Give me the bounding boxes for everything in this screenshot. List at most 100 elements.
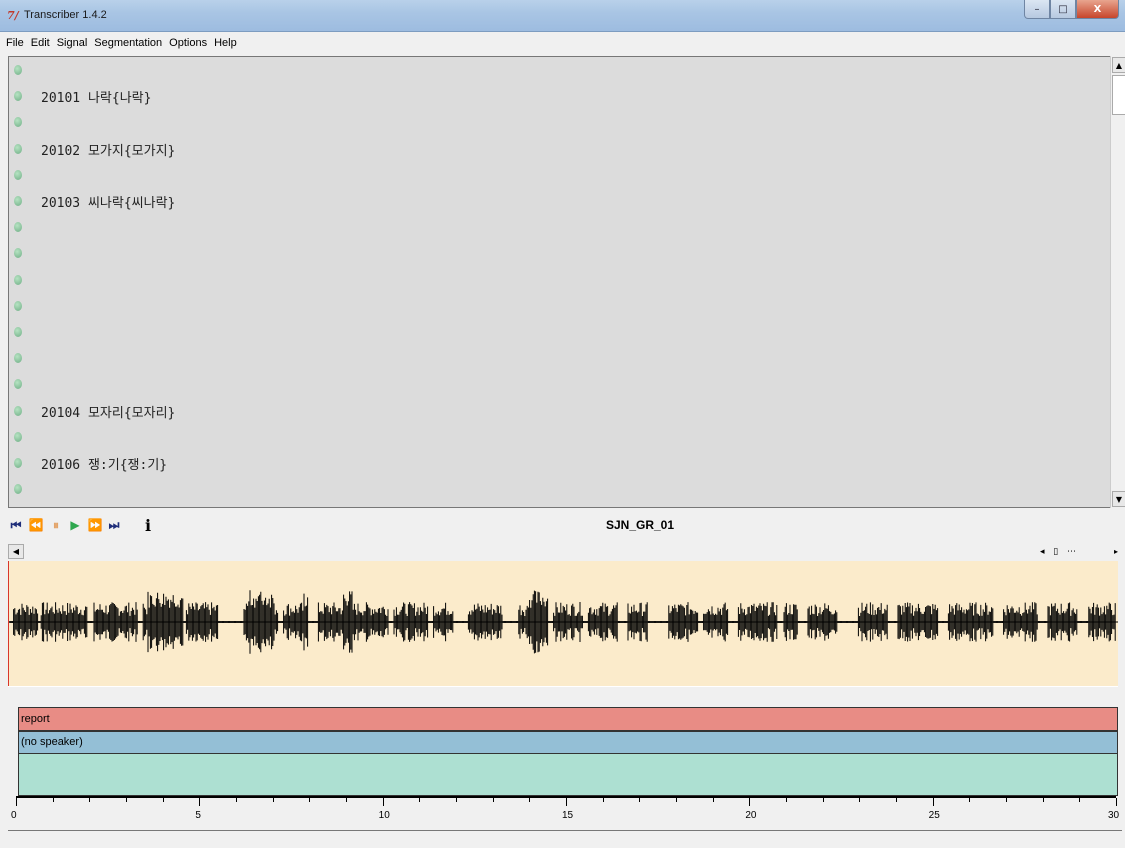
axis-tick bbox=[1042, 798, 1044, 802]
axis-bottom-border bbox=[8, 830, 1122, 831]
axis-tick-label: 5 bbox=[195, 810, 201, 821]
zoom-slider-icon[interactable]: ▯ bbox=[1053, 547, 1058, 557]
segment-text[interactable]: 20106 쟁:기{쟁:기} bbox=[41, 454, 167, 473]
segment-bullet-icon[interactable] bbox=[14, 143, 22, 154]
segment-bullet-icon[interactable] bbox=[14, 196, 22, 206]
signal-file-name: SJN_GR_01 bbox=[605, 518, 675, 532]
info-icon[interactable]: i bbox=[140, 515, 156, 535]
scroll-up-icon[interactable]: ▲ bbox=[1112, 57, 1125, 73]
segment-text[interactable]: 20103 씨나락{씨나락} bbox=[41, 192, 175, 211]
segment-bullet-icon[interactable] bbox=[14, 405, 22, 416]
segment-row[interactable]: 20103 씨나락{씨나락} bbox=[9, 190, 1099, 211]
playback-cursor[interactable] bbox=[8, 561, 9, 686]
axis-tick-label: 0 bbox=[11, 810, 17, 821]
maximize-button[interactable]: □ bbox=[1050, 0, 1076, 19]
segment-bullet-icon[interactable] bbox=[14, 484, 22, 495]
axis-tick bbox=[382, 798, 384, 806]
segment-row[interactable]: 20106 쟁:기{쟁:기} bbox=[9, 452, 1099, 473]
segment-row[interactable] bbox=[9, 347, 1099, 367]
axis-tick bbox=[419, 798, 421, 802]
segment-bullet-icon[interactable] bbox=[14, 458, 22, 468]
waveform bbox=[8, 590, 1118, 654]
segment-row[interactable] bbox=[9, 164, 1099, 184]
segment-bullet-icon[interactable] bbox=[14, 117, 22, 128]
zoom-dots-icon: ⋯ bbox=[1066, 546, 1076, 557]
scroll-left-icon[interactable]: ◀ bbox=[8, 544, 24, 559]
segment-row[interactable] bbox=[9, 295, 1099, 315]
axis-tick bbox=[16, 798, 17, 806]
axis-tick bbox=[199, 798, 201, 806]
axis-tick bbox=[272, 798, 274, 802]
segment-row[interactable] bbox=[9, 321, 1099, 341]
skip-end-icon[interactable]: ⏭ bbox=[106, 515, 122, 535]
menu-options[interactable]: Options bbox=[169, 37, 207, 49]
segment-text[interactable]: 20102 모가지{모가지} bbox=[41, 140, 175, 159]
segment-row[interactable]: 20101 나락{나락} bbox=[9, 85, 1099, 106]
speaker-track[interactable]: (no speaker) bbox=[18, 731, 1118, 754]
segment-text[interactable]: 20101 나락{나락} bbox=[41, 87, 151, 106]
axis-tick bbox=[529, 798, 531, 802]
axis-tick bbox=[492, 798, 494, 802]
axis-tick bbox=[859, 798, 861, 802]
segment-bullet-icon[interactable] bbox=[14, 379, 22, 390]
speaker-label: (no speaker) bbox=[21, 736, 83, 748]
axis-tick bbox=[1116, 798, 1117, 806]
pause-icon[interactable]: ⏸ bbox=[48, 515, 64, 535]
scroll-thumb[interactable] bbox=[1112, 75, 1125, 115]
menu-edit[interactable]: Edit bbox=[31, 37, 50, 49]
menu-help[interactable]: Help bbox=[214, 37, 237, 49]
segment-bullet-icon[interactable] bbox=[14, 222, 22, 233]
close-button[interactable]: X bbox=[1076, 0, 1119, 19]
zoom-left-icon[interactable]: ◂ bbox=[1040, 547, 1045, 557]
play-icon[interactable]: ▶ bbox=[67, 515, 83, 535]
rewind-start-icon[interactable]: ⏮ bbox=[8, 515, 24, 535]
axis-tick bbox=[749, 798, 751, 806]
segment-row[interactable] bbox=[9, 111, 1099, 131]
vertical-scrollbar[interactable]: ▲ ▼ bbox=[1110, 56, 1125, 508]
axis-tick bbox=[52, 798, 54, 802]
axis-tick bbox=[456, 798, 457, 802]
axis-tick bbox=[1079, 798, 1081, 802]
segment-track[interactable] bbox=[18, 754, 1118, 796]
scroll-right-icon[interactable]: ▸ bbox=[1110, 544, 1122, 559]
segment-bullet-icon[interactable] bbox=[14, 274, 22, 285]
segment-bullet-icon[interactable] bbox=[14, 353, 22, 364]
rewind-icon[interactable]: ⏪ bbox=[28, 515, 44, 535]
segment-row[interactable] bbox=[9, 59, 1099, 79]
axis-tick bbox=[896, 798, 897, 802]
segment-row[interactable] bbox=[9, 426, 1099, 446]
segment-row[interactable] bbox=[9, 216, 1099, 236]
zoom-control[interactable]: ◂ ▯ ⋯ bbox=[1040, 544, 1076, 559]
minimize-button[interactable]: – bbox=[1024, 0, 1050, 19]
tk-icon: 7/ bbox=[7, 9, 19, 22]
segment-bullet-icon[interactable] bbox=[14, 431, 22, 442]
segment-row[interactable] bbox=[9, 269, 1099, 289]
axis-tick bbox=[602, 798, 604, 802]
segment-bullet-icon[interactable] bbox=[14, 169, 22, 180]
waveform-panel[interactable] bbox=[8, 561, 1118, 686]
segment-bullet-icon[interactable] bbox=[14, 300, 22, 311]
axis-tick bbox=[712, 798, 714, 802]
menu-signal[interactable]: Signal bbox=[57, 37, 88, 49]
segment-row[interactable] bbox=[9, 242, 1099, 262]
segment-row[interactable] bbox=[9, 478, 1099, 498]
topic-track[interactable]: report bbox=[18, 707, 1118, 731]
menu-segmentation[interactable]: Segmentation bbox=[94, 37, 162, 49]
fast-forward-icon[interactable]: ⏩ bbox=[87, 515, 103, 535]
axis-tick-label: 25 bbox=[928, 810, 940, 821]
segment-bullet-icon[interactable] bbox=[14, 248, 22, 259]
axis-tick-label: 15 bbox=[562, 810, 574, 821]
scroll-down-icon[interactable]: ▼ bbox=[1112, 491, 1125, 507]
segment-bullet-icon[interactable] bbox=[14, 65, 22, 75]
playback-toolbar: ⏮ ⏪ ⏸ ▶ ⏩ ⏭ i SJN_GR_01 bbox=[0, 510, 1125, 540]
segment-row[interactable]: 20104 모자리{모자리} bbox=[9, 400, 1099, 421]
menu-file[interactable]: File bbox=[6, 37, 24, 49]
segment-text[interactable]: 20104 모자리{모자리} bbox=[41, 402, 175, 421]
axis-tick bbox=[89, 798, 91, 802]
transcription-editor[interactable]: 20101 나락{나락} 20102 모가지{모가지} 20103 씨나락{씨나락}… bbox=[8, 56, 1125, 508]
segment-bullet-icon[interactable] bbox=[14, 91, 22, 102]
segment-row[interactable]: 20102 모가지{모가지} bbox=[9, 138, 1099, 159]
axis-tick bbox=[162, 798, 164, 802]
segment-bullet-icon[interactable] bbox=[14, 327, 22, 337]
segment-row[interactable] bbox=[9, 373, 1099, 393]
